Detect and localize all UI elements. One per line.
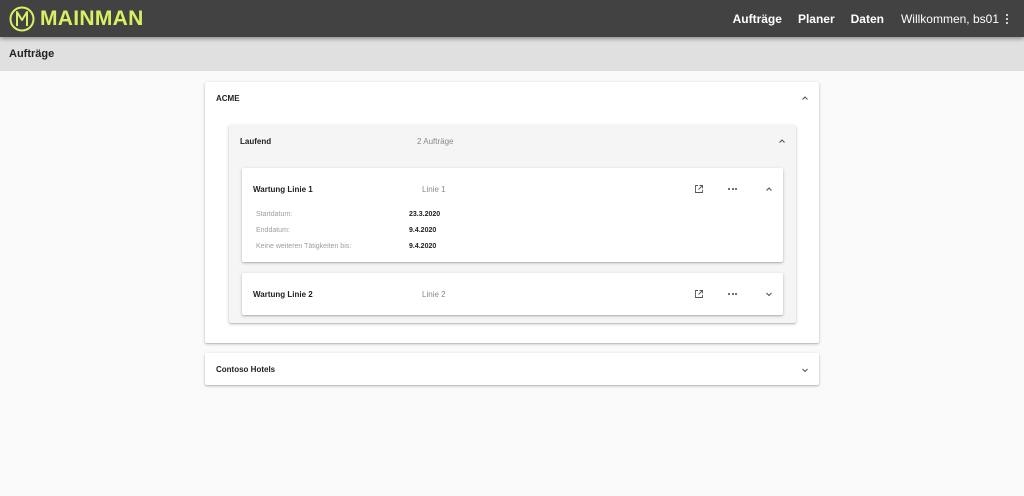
chevron-up-icon[interactable] xyxy=(801,94,809,102)
page-title: Aufträge xyxy=(9,48,55,60)
m-circle-logo-icon xyxy=(9,6,35,31)
detail-value-no-activities: 9.4.2020 xyxy=(409,243,437,250)
customer-name: ACME xyxy=(216,93,240,103)
brand-logo[interactable]: MAINMAN xyxy=(9,0,144,37)
order-line: Linie 1 xyxy=(422,185,446,194)
detail-label-no-activities: Keine weiteren Tätigkeiten bis: xyxy=(256,243,352,250)
brand-name: MAINMAN xyxy=(40,6,144,30)
order-card-wartung-linie-1: Wartung Linie 1 Linie 1 Startdatum: 23.3… xyxy=(242,168,783,262)
order-count: 2 Aufträge xyxy=(417,137,454,146)
top-app-bar: MAINMAN Aufträge Planer Daten Willkommen… xyxy=(0,0,1024,37)
kebab-vertical-icon[interactable] xyxy=(1004,13,1010,25)
page-header: Aufträge xyxy=(0,37,1024,71)
more-horizontal-icon[interactable] xyxy=(728,188,739,190)
chevron-up-icon[interactable] xyxy=(778,137,786,145)
customer-panel-header[interactable]: Contoso Hotels xyxy=(205,353,819,385)
nav-planner[interactable]: Planer xyxy=(798,12,835,26)
detail-value-start: 23.3.2020 xyxy=(409,211,441,218)
main-nav: Aufträge Planer Daten Willkommen, bs01 xyxy=(717,0,1010,37)
customer-panel-acme: ACME Laufend 2 Aufträge Wartung Linie 1 … xyxy=(205,82,819,343)
customer-panel-contoso-hotels: Contoso Hotels xyxy=(205,353,819,385)
customer-panel-header[interactable]: ACME xyxy=(205,82,819,114)
user-menu[interactable]: Willkommen, bs01 xyxy=(901,12,999,26)
detail-label-end: Enddatum: xyxy=(256,227,290,234)
detail-value-end: 9.4.2020 xyxy=(409,227,437,234)
more-horizontal-icon[interactable] xyxy=(728,293,739,295)
order-card-wartung-linie-2: Wartung Linie 2 Linie 2 xyxy=(242,273,783,315)
status-label: Laufend xyxy=(240,136,272,146)
order-title: Wartung Linie 2 xyxy=(253,289,313,299)
status-group-laufend: Laufend 2 Aufträge Wartung Linie 1 Linie… xyxy=(229,125,796,323)
customer-name: Contoso Hotels xyxy=(216,364,276,374)
chevron-down-icon[interactable] xyxy=(801,366,809,374)
chevron-down-icon[interactable] xyxy=(765,290,773,298)
detail-label-start: Startdatum: xyxy=(256,211,293,218)
order-line: Linie 2 xyxy=(422,290,446,299)
status-group-header[interactable]: Laufend xyxy=(229,125,796,157)
order-title: Wartung Linie 1 xyxy=(253,184,313,194)
chevron-up-icon[interactable] xyxy=(765,185,773,193)
nav-orders[interactable]: Aufträge xyxy=(733,12,782,26)
open-in-new-icon[interactable] xyxy=(694,289,704,299)
open-in-new-icon[interactable] xyxy=(694,184,704,194)
nav-data[interactable]: Daten xyxy=(851,12,884,26)
